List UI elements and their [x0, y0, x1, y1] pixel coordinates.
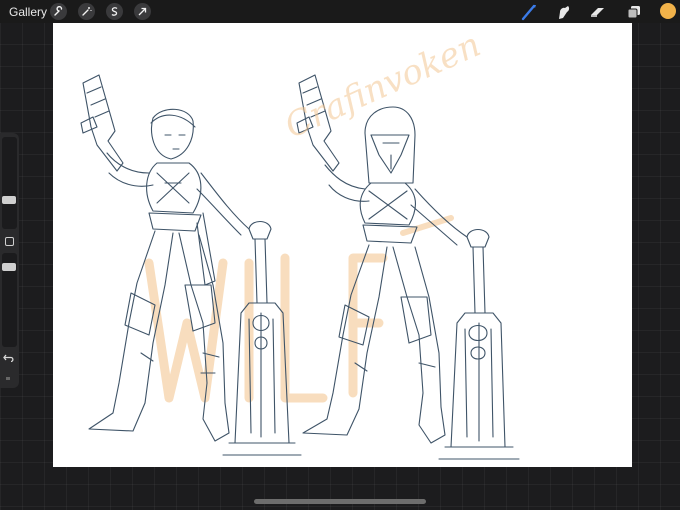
character-left: [80, 74, 302, 456]
left-sidebar: [0, 133, 19, 388]
transform-tool-button[interactable]: [134, 3, 151, 20]
redo-icon[interactable]: [6, 377, 10, 380]
magic-wand-icon: [82, 7, 92, 16]
top-toolbar: Gallery: [0, 0, 680, 23]
smudge-icon: [559, 6, 570, 19]
transform-arrow-icon: [138, 7, 147, 16]
wrench-icon: [54, 6, 63, 16]
character-right: [296, 74, 520, 460]
drawing-canvas[interactable]: Crafinvoken: [53, 23, 632, 467]
layers-icon: [627, 6, 640, 19]
eraser-icon: [591, 8, 604, 17]
brush-tool-button[interactable]: [520, 3, 538, 21]
brush-icon: [521, 4, 536, 21]
selection-s-icon: [111, 7, 118, 16]
wrench-tool-button[interactable]: [50, 3, 67, 20]
color-picker-button[interactable]: [660, 3, 676, 19]
gallery-button[interactable]: Gallery: [9, 5, 47, 19]
opacity-handle[interactable]: [2, 263, 16, 271]
selection-tool-button[interactable]: [106, 3, 123, 20]
brush-size-slider[interactable]: [2, 137, 17, 229]
brush-size-handle[interactable]: [2, 196, 16, 204]
smudge-tool-button[interactable]: [555, 3, 573, 21]
layers-tool-button[interactable]: [625, 3, 643, 21]
eraser-tool-button[interactable]: [589, 3, 607, 21]
undo-icon[interactable]: [3, 353, 15, 363]
watermark-letters: [144, 215, 454, 403]
home-indicator: [254, 499, 426, 504]
modify-button[interactable]: [5, 237, 14, 246]
adjustments-tool-button[interactable]: [78, 3, 95, 20]
